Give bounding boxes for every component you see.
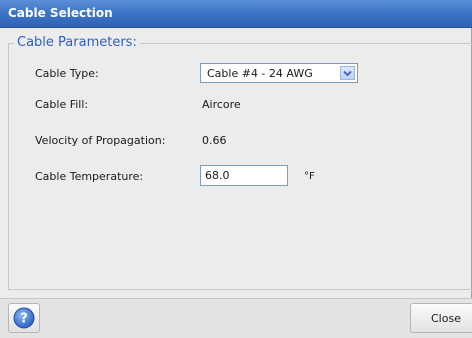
cable-type-select[interactable]: Cable #4 - 24 AWG (200, 63, 358, 83)
close-button[interactable]: Close (410, 303, 472, 333)
cable-type-value: Cable #4 - 24 AWG (207, 67, 313, 80)
help-icon: ? (13, 307, 35, 329)
cable-selection-dialog: Cable Selection Cable Parameters: Cable … (0, 0, 472, 338)
cable-fill-value: Aircore (202, 98, 241, 111)
title-bar[interactable]: Cable Selection (0, 0, 472, 28)
group-legend: Cable Parameters: (14, 35, 140, 50)
velocity-value: 0.66 (202, 134, 227, 147)
velocity-label: Velocity of Propagation: (35, 134, 166, 147)
help-button[interactable]: ? (8, 303, 40, 333)
dialog-title: Cable Selection (8, 6, 113, 20)
svg-text:?: ? (20, 312, 28, 327)
dialog-footer: ? Close (0, 298, 472, 338)
temperature-unit: °F (304, 171, 315, 182)
temperature-label: Cable Temperature: (35, 170, 144, 183)
cable-fill-label: Cable Fill: (35, 98, 89, 111)
cable-type-label: Cable Type: (35, 67, 99, 80)
chevron-down-icon[interactable] (340, 66, 355, 80)
temperature-input[interactable] (200, 165, 288, 186)
